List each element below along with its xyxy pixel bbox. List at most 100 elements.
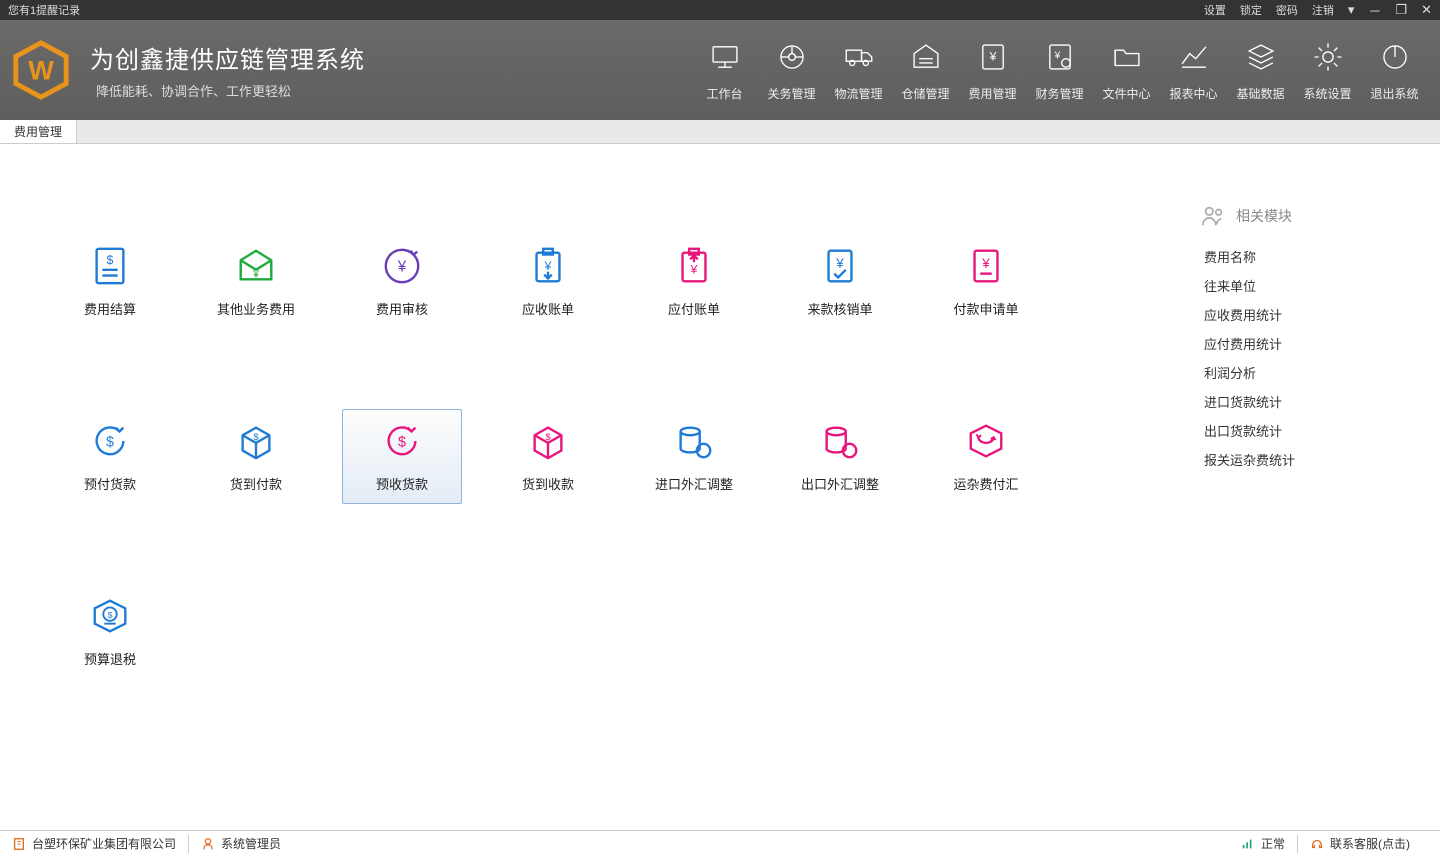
link-import-goods-stat[interactable]: 进口货款统计 [1200,387,1400,416]
module-cod-receive[interactable]: $ 货到收款 [488,409,608,504]
module-export-fx[interactable]: 出口外汇调整 [780,409,900,504]
nav-report-label: 报表中心 [1160,85,1227,102]
module-grid: $ 费用结算 ¥ 其他业务费用 ¥ 费用审核 ¥ 应收账单 ¥ 应付账单 ¥ 来… [50,234,1072,679]
titlebar-lock[interactable]: 锁定 [1240,2,1262,18]
module-incoming-verify[interactable]: ¥ 来款核销单 [780,234,900,329]
svg-text:¥: ¥ [988,49,996,63]
titlebar-password[interactable]: 密码 [1276,2,1298,18]
module-prepay-goods[interactable]: $ 预付货款 [50,409,170,504]
related-modules-panel: 相关模块 费用名称 往来单位 应收费用统计 应付费用统计 利润分析 进口货款统计… [1200,204,1400,474]
nav-workbench[interactable]: 工作台 [691,32,758,108]
module-freight-pay[interactable]: 运杂费付汇 [926,409,1046,504]
nav-finance-label: 财务管理 [1026,85,1093,102]
nav-syssettings[interactable]: 系统设置 [1294,32,1361,108]
brand: W 为创鑫捷供应链管理系统 降低能耗、协调合作、工作更轻松 [0,39,365,101]
svg-text:W: W [28,55,54,86]
link-profit[interactable]: 利润分析 [1200,358,1400,387]
header: W 为创鑫捷供应链管理系统 降低能耗、协调合作、工作更轻松 工作台 关务管理 物… [0,20,1440,120]
related-modules-head: 相关模块 [1200,204,1400,228]
module-settlement-label: 费用结算 [84,299,136,318]
svg-text:$: $ [107,253,114,267]
related-modules-title: 相关模块 [1236,206,1292,226]
link-pay-stat[interactable]: 应付费用统计 [1200,329,1400,358]
reminder-text[interactable]: 您有1提醒记录 [8,5,80,17]
nav-customs-label: 关务管理 [758,85,825,102]
brand-logo-icon: W [10,39,72,101]
nav-exit[interactable]: 退出系统 [1361,32,1428,108]
nav-files[interactable]: 文件中心 [1093,32,1160,108]
module-receivable[interactable]: ¥ 应收账单 [488,234,608,329]
minimize-icon[interactable]: － [1368,1,1381,20]
module-import-fx[interactable]: 进口外汇调整 [634,409,754,504]
headset-icon [1310,837,1324,851]
nav-syssettings-label: 系统设置 [1294,85,1361,102]
svg-text:¥: ¥ [1053,51,1060,62]
nav-customs[interactable]: 关务管理 [758,32,825,108]
module-prebudget-refund-label: 预算退税 [84,649,136,668]
status-contact[interactable]: 联系客服(点击) [1298,831,1440,856]
module-freight-pay-label: 运杂费付汇 [953,474,1018,493]
svg-text:¥: ¥ [981,256,990,271]
link-export-goods-stat[interactable]: 出口货款统计 [1200,416,1400,445]
tabbar: 费用管理 [0,120,1440,144]
module-import-fx-label: 进口外汇调整 [655,474,733,493]
nav-files-label: 文件中心 [1093,85,1160,102]
svg-text:¥: ¥ [544,259,552,273]
nav-workbench-label: 工作台 [691,85,758,102]
status-company: 台塑环保矿业集团有限公司 [0,831,188,856]
titlebar: 您有1提醒记录 设置 锁定 密码 注销 ▾ － ❐ ✕ [0,0,1440,20]
svg-text:$: $ [253,432,259,443]
status-user: 系统管理员 [189,831,489,856]
status-state: 正常 [1229,831,1297,856]
nav-logistics[interactable]: 物流管理 [825,32,892,108]
status-state-text: 正常 [1261,835,1285,852]
module-cod-pay-label: 货到付款 [230,474,282,493]
nav-expense[interactable]: ¥ 费用管理 [959,32,1026,108]
nav-finance[interactable]: ¥ 财务管理 [1026,32,1093,108]
link-customs-fee-stat[interactable]: 报关运杂费统计 [1200,445,1400,474]
nav-report[interactable]: 报表中心 [1160,32,1227,108]
titlebar-settings[interactable]: 设置 [1204,2,1226,18]
svg-text:¥: ¥ [690,263,698,277]
link-partner[interactable]: 往来单位 [1200,271,1400,300]
nav-logistics-label: 物流管理 [825,85,892,102]
module-payable[interactable]: ¥ 应付账单 [634,234,754,329]
svg-text:$: $ [545,432,551,443]
module-payment-request-label: 付款申请单 [953,299,1018,318]
module-prepay-goods-label: 预付货款 [84,474,136,493]
module-cod-pay[interactable]: $ 货到付款 [196,409,316,504]
dropdown-icon[interactable]: ▾ [1348,2,1355,18]
module-prereceive-goods[interactable]: $ 预收货款 [342,409,462,504]
module-receivable-label: 应收账单 [522,299,574,318]
svg-text:¥: ¥ [835,256,844,271]
svg-text:$: $ [398,435,406,451]
statusbar: 台塑环保矿业集团有限公司 系统管理员 正常 联系客服(点击) [0,830,1440,856]
svg-text:$: $ [106,435,114,451]
tab-expense[interactable]: 费用管理 [0,120,77,143]
module-other-biz[interactable]: ¥ 其他业务费用 [196,234,316,329]
module-audit[interactable]: ¥ 费用审核 [342,234,462,329]
building-icon [12,837,26,851]
close-icon[interactable]: ✕ [1421,2,1432,18]
module-payable-label: 应付账单 [668,299,720,318]
app-subtitle: 降低能耗、协调合作、工作更轻松 [90,81,365,100]
titlebar-logout[interactable]: 注销 [1312,2,1334,18]
module-prebudget-refund[interactable]: $ 预算退税 [50,584,170,679]
nav-warehouse[interactable]: 仓储管理 [892,32,959,108]
maximize-icon[interactable]: ❐ [1395,2,1407,18]
content-area: $ 费用结算 ¥ 其他业务费用 ¥ 费用审核 ¥ 应收账单 ¥ 应付账单 ¥ 来… [0,144,1440,830]
module-payment-request[interactable]: ¥ 付款申请单 [926,234,1046,329]
svg-text:$: $ [108,610,113,620]
nav-basedata[interactable]: 基础数据 [1227,32,1294,108]
module-export-fx-label: 出口外汇调整 [801,474,879,493]
module-prereceive-goods-label: 预收货款 [376,474,428,493]
module-settlement[interactable]: $ 费用结算 [50,234,170,329]
link-fee-name[interactable]: 费用名称 [1200,242,1400,271]
link-recv-stat[interactable]: 应收费用统计 [1200,300,1400,329]
module-audit-label: 费用审核 [376,299,428,318]
status-contact-text: 联系客服(点击) [1330,835,1410,852]
main-nav: 工作台 关务管理 物流管理 仓储管理 ¥ 费用管理 ¥ 财务管理 文件中心 报表… [691,32,1440,108]
people-icon [1200,204,1226,228]
signal-icon [1241,837,1255,851]
status-user-text: 系统管理员 [221,835,281,852]
